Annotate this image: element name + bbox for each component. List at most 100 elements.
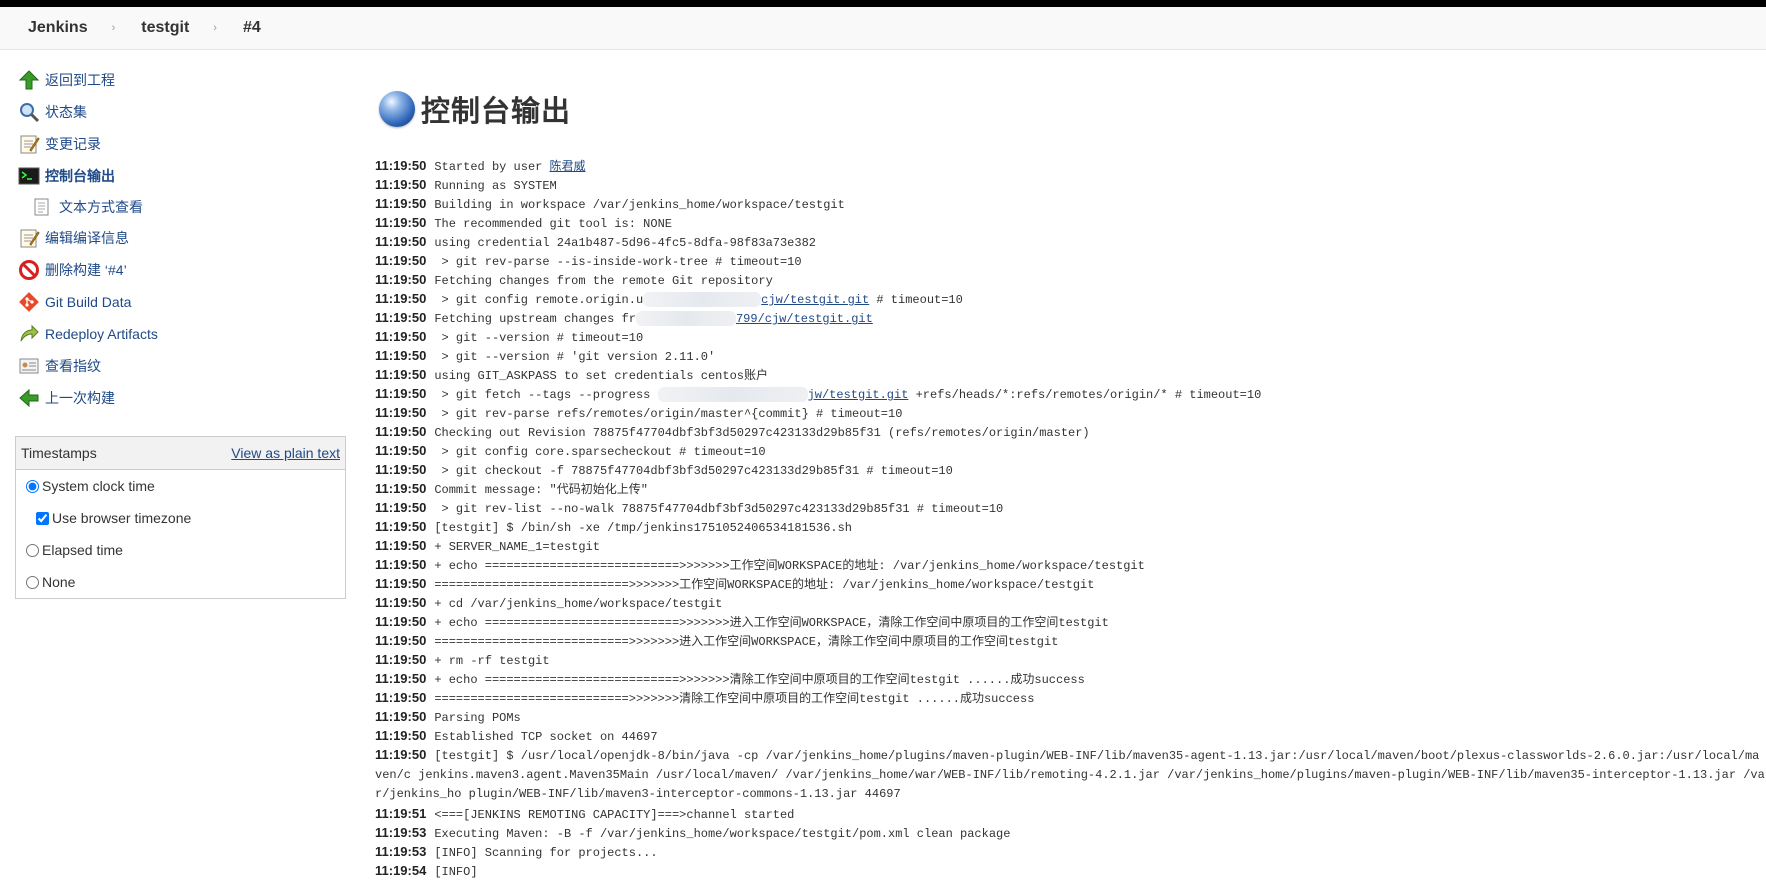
option-label: Elapsed time xyxy=(42,542,123,558)
sidebar-item-changes[interactable]: 变更记录 xyxy=(0,128,350,160)
option-none[interactable]: None xyxy=(16,566,345,598)
sidebar-item-delete-build[interactable]: 删除构建 ‘#4’ xyxy=(0,254,350,286)
console-text: + SERVER_NAME_1=testgit xyxy=(434,540,600,554)
sidebar-item-console-output[interactable]: 控制台输出 xyxy=(0,160,350,192)
sidebar-item-fingerprints[interactable]: 查看指纹 xyxy=(0,350,350,382)
left-arrow-icon xyxy=(18,387,40,409)
console-timestamp: 11:19:50 xyxy=(375,215,427,230)
sidebar-item-label: 状态集 xyxy=(45,104,87,120)
magnifier-icon xyxy=(18,101,40,123)
console-text: > git fetch --tags --progress xyxy=(434,388,658,402)
sidebar-item-redeploy-artifacts[interactable]: Redeploy Artifacts xyxy=(0,318,350,350)
console-line: 11:19:50 Started by user 陈君威 xyxy=(375,156,1766,175)
sidebar-item-back-to-project[interactable]: 返回到工程 xyxy=(0,64,350,96)
console-timestamp: 11:19:50 xyxy=(375,405,427,420)
console-timestamp: 11:19:50 xyxy=(375,158,427,173)
console-line: 11:19:50 + cd /var/jenkins_home/workspace… xyxy=(375,593,1766,612)
notepad-icon xyxy=(18,227,40,249)
page-heading: 控制台输出 xyxy=(379,86,1766,132)
console-timestamp: 11:19:50 xyxy=(375,728,427,743)
up-arrow-icon xyxy=(18,69,40,91)
console-text: Running as SYSTEM xyxy=(434,179,557,193)
console-text: Established TCP socket on 44697 xyxy=(434,730,658,744)
sidebar-item-label: Git Build Data xyxy=(45,294,132,310)
sidebar-item-previous-build[interactable]: 上一次构建 xyxy=(0,382,350,414)
console-line: 11:19:50 > git fetch --tags --progress j… xyxy=(375,384,1766,403)
breadcrumb-jenkins[interactable]: Jenkins xyxy=(28,19,88,37)
console-timestamp: 11:19:50 xyxy=(375,424,427,439)
console-line: 11:19:50 Running as SYSTEM xyxy=(375,175,1766,194)
console-timestamp: 11:19:50 xyxy=(375,234,427,249)
terminal-icon xyxy=(18,165,40,187)
git-icon xyxy=(18,291,40,313)
sidebar-item-label: Redeploy Artifacts xyxy=(45,326,158,342)
console-text: Executing Maven: -B -f /var/jenkins_home… xyxy=(434,827,1011,841)
console-line: 11:19:50 Parsing POMs xyxy=(375,707,1766,726)
sidebar-item-label: 变更记录 xyxy=(45,136,101,152)
timestamps-title: Timestamps xyxy=(21,445,97,461)
console-line: 11:19:50 > git rev-list --no-walk 78875f… xyxy=(375,498,1766,517)
console-timestamp: 11:19:50 xyxy=(375,443,427,458)
console-line: 11:19:50 + rm -rf testgit xyxy=(375,650,1766,669)
console-timestamp: 11:19:50 xyxy=(375,614,427,629)
console-link[interactable]: 陈君威 xyxy=(550,160,586,174)
console-text: Started by user xyxy=(434,160,550,174)
console-text: [testgit] $ /bin/sh -xe /tmp/jenkins1751… xyxy=(434,521,852,535)
fingerprint-icon xyxy=(18,355,40,377)
console-text: using GIT_ASKPASS to set credentials cen… xyxy=(434,369,768,383)
sidebar-item-status[interactable]: 状态集 xyxy=(0,96,350,128)
sidebar-item-label: 控制台输出 xyxy=(45,168,115,184)
elapsed-time-radio[interactable] xyxy=(26,543,39,557)
console-text: + cd /var/jenkins_home/workspace/testgit xyxy=(434,597,723,611)
console-link[interactable]: cjw/testgit.git xyxy=(761,293,869,307)
console-line: 11:19:50 ===========================>>>>>… xyxy=(375,688,1766,707)
console-text: <===[JENKINS REMOTING CAPACITY]===>chann… xyxy=(434,808,795,822)
sidebar-item-git-build-data[interactable]: Git Build Data xyxy=(0,286,350,318)
breadcrumb: Jenkins › testgit › #4 xyxy=(0,7,1766,50)
timestamps-header: Timestamps View as plain text xyxy=(16,437,345,470)
console-line: 11:19:50 > git --version # 'git version … xyxy=(375,346,1766,365)
console-line: 11:19:50 ===========================>>>>>… xyxy=(375,631,1766,650)
console-text: > git config core.sparsecheckout # timeo… xyxy=(434,445,766,459)
console-timestamp: 11:19:50 xyxy=(375,291,427,306)
console-text: ===========================>>>>>>>清除工作空间… xyxy=(434,692,1035,706)
console-text: > git config remote.origin.u xyxy=(434,293,644,307)
console-timestamp: 11:19:50 xyxy=(375,690,427,705)
none-radio[interactable] xyxy=(26,575,39,589)
console-timestamp: 11:19:54 xyxy=(375,863,427,878)
option-elapsed-time[interactable]: Elapsed time xyxy=(16,534,345,566)
sidebar-item-edit-build-info[interactable]: 编辑编译信息 xyxy=(0,222,350,254)
browser-timezone-checkbox[interactable] xyxy=(36,511,49,525)
console-text: using credential 24a1b487-5d96-4fc5-8dfa… xyxy=(434,236,816,250)
option-system-clock[interactable]: System clock time xyxy=(16,470,345,502)
console-line: 11:19:50 + echo =========================… xyxy=(375,612,1766,631)
sidebar-item-label: 上一次构建 xyxy=(45,390,115,406)
option-browser-timezone[interactable]: Use browser timezone xyxy=(16,502,345,534)
console-line: 11:19:50 + SERVER_NAME_1=testgit xyxy=(375,536,1766,555)
console-timestamp: 11:19:50 xyxy=(375,595,427,610)
console-output[interactable]: 11:19:50 Started by user 陈君威 11:19:50 Runni… xyxy=(375,156,1766,880)
console-text: Fetching changes from the remote Git rep… xyxy=(434,274,773,288)
page-title: 控制台输出 xyxy=(421,94,572,128)
console-link[interactable]: 799/cjw/testgit.git xyxy=(736,312,873,326)
view-plain-text-link[interactable]: View as plain text xyxy=(231,445,340,461)
console-link[interactable]: jw/testgit.git xyxy=(808,388,909,402)
notepad-icon xyxy=(18,133,40,155)
console-timestamp: 11:19:50 xyxy=(375,462,427,477)
console-text: + echo ===========================>>>>>>… xyxy=(434,616,1109,630)
breadcrumb-project[interactable]: testgit xyxy=(141,19,189,37)
console-timestamp: 11:19:53 xyxy=(375,844,427,859)
console-text: > git rev-list --no-walk 78875f47704dbf3… xyxy=(434,502,1004,516)
console-text: + echo ===========================>>>>>>… xyxy=(434,559,1145,573)
breadcrumb-build[interactable]: #4 xyxy=(243,19,261,37)
console-text: > git rev-parse --is-inside-work-tree # … xyxy=(434,255,802,269)
console-timestamp: 11:19:50 xyxy=(375,652,427,667)
timestamps-panel: Timestamps View as plain text System clo… xyxy=(15,436,346,599)
system-clock-radio[interactable] xyxy=(26,479,39,493)
console-timestamp: 11:19:50 xyxy=(375,272,427,287)
console-timestamp: 11:19:50 xyxy=(375,481,427,496)
sidebar-item-view-as-text[interactable]: 文本方式查看 xyxy=(0,192,350,222)
console-timestamp: 11:19:50 xyxy=(375,747,427,762)
console-text: [testgit] $ /usr/local/openjdk-8/bin/jav… xyxy=(375,749,1765,801)
sidebar-item-label: 编辑编译信息 xyxy=(45,230,129,246)
